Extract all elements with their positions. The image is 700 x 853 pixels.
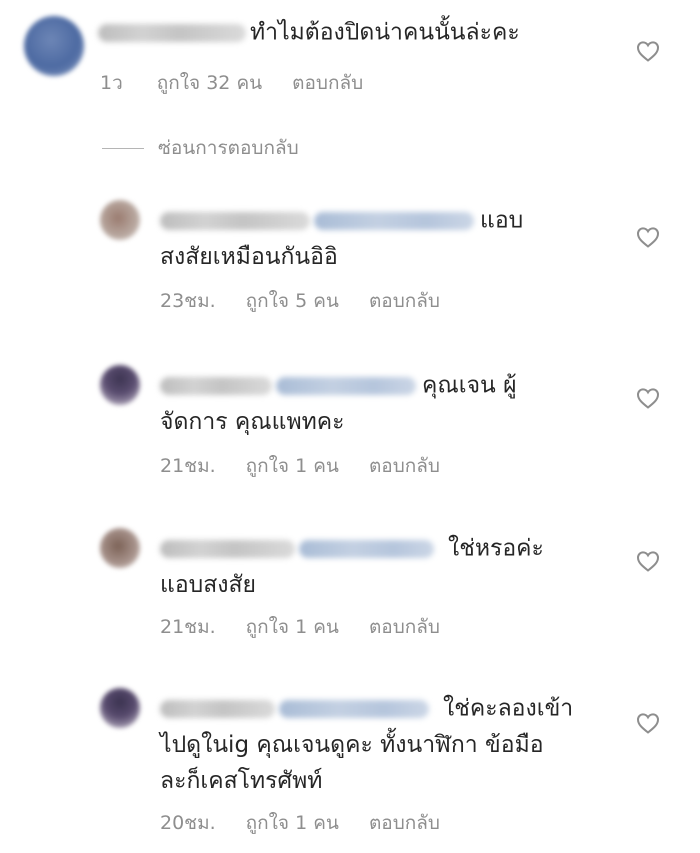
reply-text: คุณเจน ผู้ จัดการ คุณแพทคะ: [160, 372, 517, 435]
reply-likes[interactable]: ถูกใจ 1 คน: [246, 812, 339, 834]
comment-text: ทำไมต้องปิดน่าคนนั้นล่ะคะ: [250, 19, 520, 46]
comment-text-row: ทำไมต้องปิดน่าคนนั้นล่ะคะ: [98, 14, 520, 51]
reply-time: 21ชม.: [160, 455, 216, 477]
reply-likes[interactable]: ถูกใจ 1 คน: [246, 455, 339, 477]
reply-item: แอบ สงสัยเหมือนกันอิอิ 23ชม. ถูกใจ 5 คน ตอ…: [0, 190, 700, 320]
reply-likes[interactable]: ถูกใจ 1 คน: [246, 616, 339, 638]
heart-outline-icon[interactable]: [636, 712, 660, 734]
hide-replies-toggle[interactable]: ซ่อนการตอบกลับ: [102, 134, 299, 162]
blurred-username[interactable]: [98, 23, 246, 42]
reply-text: แอบ สงสัยเหมือนกันอิอิ: [160, 207, 524, 270]
blurred-mention[interactable]: [279, 699, 429, 718]
blurred-username[interactable]: [160, 376, 272, 395]
avatar[interactable]: [100, 528, 140, 568]
reply-likes[interactable]: ถูกใจ 5 คน: [246, 290, 339, 312]
heart-outline-icon[interactable]: [636, 550, 660, 572]
reply-item: ใช่คะลองเข้า ไปดูในig คุณเจนดูคะ ทั้งนาฬ…: [0, 680, 700, 850]
blurred-mention[interactable]: [276, 376, 416, 395]
reply-text: ใช่หรอค่ะ แอบสงสัย: [160, 535, 544, 598]
reply-button[interactable]: ตอบกลับ: [292, 72, 363, 94]
reply-button[interactable]: ตอบกลับ: [369, 812, 440, 834]
reply-button[interactable]: ตอบกลับ: [369, 290, 440, 312]
blurred-username[interactable]: [160, 539, 295, 558]
avatar[interactable]: [24, 16, 84, 76]
hide-replies-label[interactable]: ซ่อนการตอบกลับ: [158, 133, 299, 163]
comment-main: ทำไมต้องปิดน่าคนนั้นล่ะคะ 1ว ถูกใจ 32 คน ต…: [0, 0, 700, 120]
heart-outline-icon[interactable]: [636, 226, 660, 248]
reply-time: 20ชม.: [160, 812, 216, 834]
reply-time: 21ชม.: [160, 616, 216, 638]
reply-meta: 20ชม. ถูกใจ 1 คน ตอบกลับ: [160, 808, 470, 838]
reply-item: ใช่หรอค่ะ แอบสงสัย 21ชม. ถูกใจ 1 คน ตอบกลั…: [0, 518, 700, 648]
reply-time: 23ชม.: [160, 290, 216, 312]
reply-button[interactable]: ตอบกลับ: [369, 455, 440, 477]
comment-time: 1ว: [100, 72, 123, 94]
avatar[interactable]: [100, 200, 140, 240]
heart-outline-icon[interactable]: [636, 387, 660, 409]
reply-meta: 21ชม. ถูกใจ 1 คน ตอบกลับ: [160, 612, 470, 642]
blurred-username[interactable]: [160, 699, 275, 718]
reply-meta: 23ชม. ถูกใจ 5 คน ตอบกลับ: [160, 286, 470, 316]
comment-meta: 1ว ถูกใจ 32 คน ตอบกลับ: [100, 68, 393, 98]
blurred-mention[interactable]: [299, 539, 434, 558]
divider-line: [102, 147, 144, 149]
reply-text: ใช่คะลองเข้า ไปดูในig คุณเจนดูคะ ทั้งนาฬ…: [160, 695, 574, 794]
reply-meta: 21ชม. ถูกใจ 1 คน ตอบกลับ: [160, 451, 470, 481]
heart-outline-icon[interactable]: [636, 40, 660, 62]
avatar[interactable]: [100, 365, 140, 405]
reply-item: คุณเจน ผู้ จัดการ คุณแพทคะ 21ชม. ถูกใจ 1 …: [0, 355, 700, 485]
reply-button[interactable]: ตอบกลับ: [369, 616, 440, 638]
avatar[interactable]: [100, 688, 140, 728]
blurred-username[interactable]: [160, 211, 310, 230]
blurred-mention[interactable]: [314, 211, 474, 230]
comment-likes[interactable]: ถูกใจ 32 คน: [157, 72, 262, 94]
